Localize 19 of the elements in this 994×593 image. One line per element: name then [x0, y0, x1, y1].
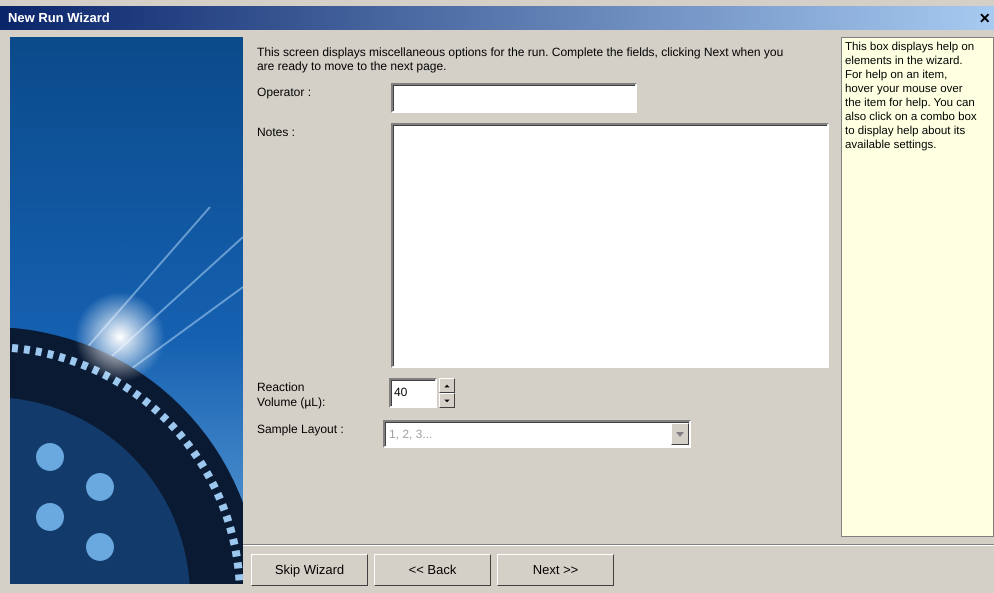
field-label: Operator : — [257, 84, 312, 100]
intro-text: This screen displays miscellaneous options for the run. Complete the fields, clicking Next when you are ready to move to the next page. — [257, 45, 784, 73]
skip-wizard-button[interactable]: Skip Wizard — [251, 554, 368, 586]
dropdown-arrow-icon — [676, 432, 684, 436]
next-button[interactable]: Next >> — [497, 554, 614, 586]
field-label: Sample Layout : — [257, 421, 345, 437]
up-arrow-icon — [444, 384, 450, 388]
spin-down-button[interactable] — [439, 393, 455, 408]
down-arrow-icon — [444, 398, 450, 402]
close-button[interactable]: × — [979, 9, 990, 27]
notes-field[interactable] — [391, 123, 829, 368]
spin-up-button[interactable] — [439, 378, 455, 393]
field-label: Reaction Volume (µL): — [257, 379, 326, 410]
number-field[interactable]: 40 — [389, 378, 437, 408]
field-label: Notes : — [257, 124, 296, 140]
back-button[interactable]: << Back — [374, 554, 491, 586]
window-title: New Run Wizard — [8, 9, 110, 28]
operator-field[interactable] — [391, 83, 637, 113]
help-panel: This box displays help on elements in the wizard. For help on an item, hover your mouse over the item for help. You can also click on a combo box to display help about its available settings. — [841, 37, 994, 537]
